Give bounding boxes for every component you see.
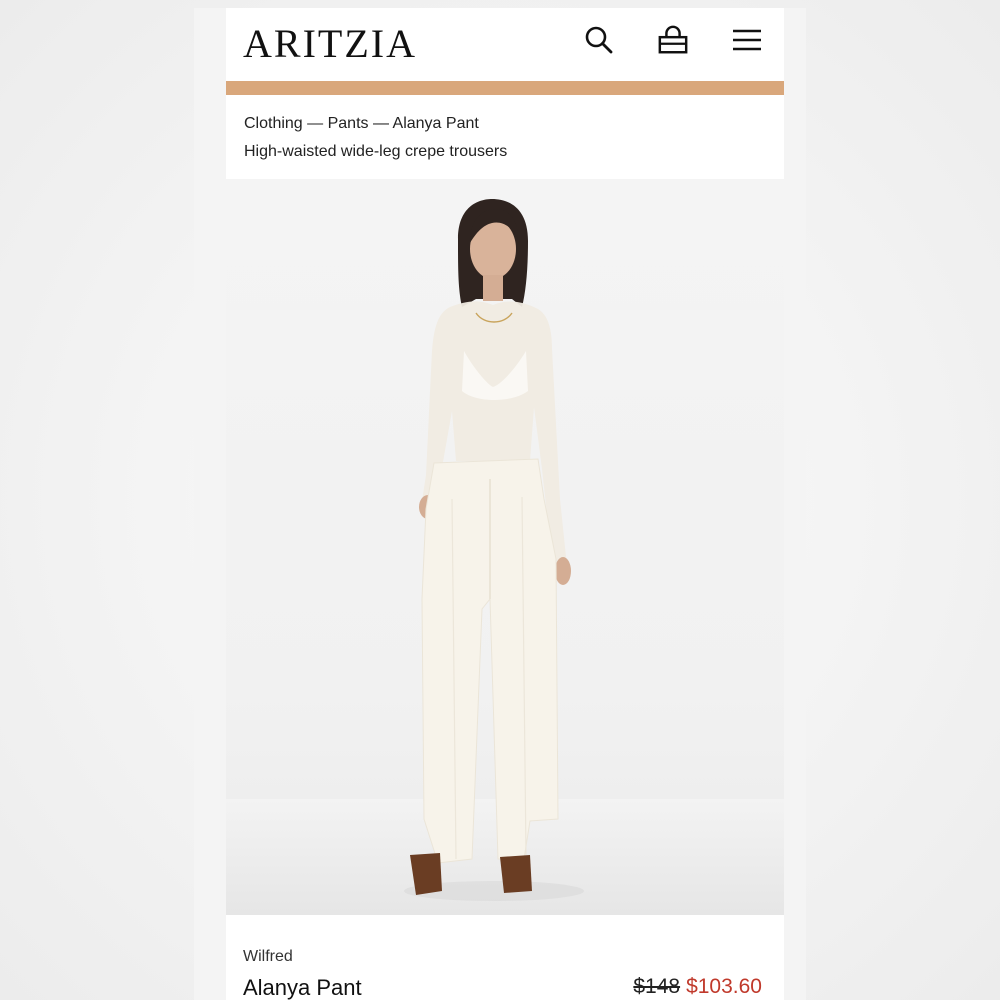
- product-subtitle: High-waisted wide-leg crepe trousers: [244, 143, 508, 160]
- model-illustration: [226, 199, 784, 915]
- breadcrumb-area: Clothing — Pants — Alanya Pant High-wais…: [226, 95, 784, 179]
- breadcrumb: Clothing — Pants — Alanya Pant: [244, 115, 479, 133]
- breadcrumb-separator: —: [302, 115, 328, 132]
- price-block: $148 $103.60: [633, 975, 762, 999]
- product-info: Wilfred Alanya Pant $148 $103.60: [226, 915, 784, 1000]
- bag-icon[interactable]: [657, 24, 689, 56]
- sale-price: $103.60: [686, 975, 762, 998]
- brand-logo[interactable]: ARITZIA: [243, 20, 417, 67]
- promo-bar: [226, 81, 784, 95]
- product-brand[interactable]: Wilfred: [243, 948, 293, 966]
- search-icon[interactable]: [583, 24, 615, 56]
- breadcrumb-item-current: Alanya Pant: [392, 115, 479, 132]
- phone-screen: ARITZIA Clothing — Pants — Alanya Pant H…: [194, 8, 806, 1000]
- breadcrumb-item-clothing[interactable]: Clothing: [244, 115, 303, 132]
- product-image[interactable]: [226, 179, 784, 915]
- product-page: ARITZIA Clothing — Pants — Alanya Pant H…: [226, 8, 784, 1000]
- original-price: $148: [633, 975, 681, 998]
- breadcrumb-separator: —: [368, 115, 393, 132]
- breadcrumb-item-pants[interactable]: Pants: [328, 115, 369, 132]
- menu-icon[interactable]: [731, 24, 763, 56]
- product-name: Alanya Pant: [243, 975, 362, 1000]
- site-header: ARITZIA: [226, 8, 784, 80]
